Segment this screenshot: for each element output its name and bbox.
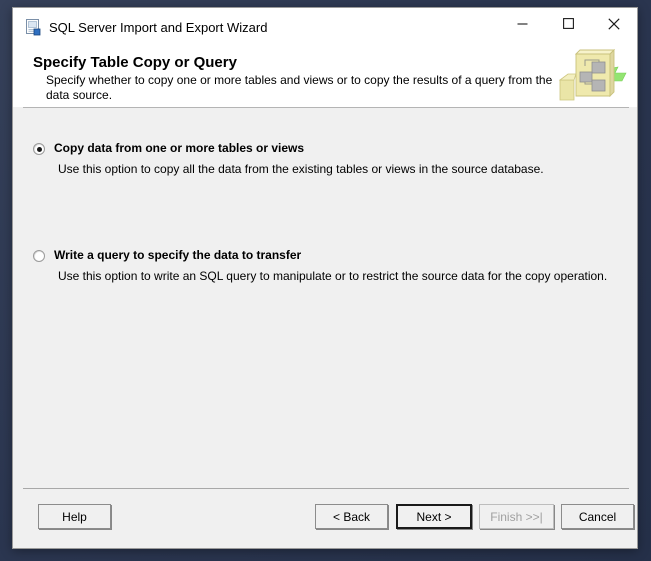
finish-button: Finish >>| (479, 504, 554, 529)
radio-copy-data[interactable] (33, 143, 45, 155)
option-write-query-description: Use this option to write an SQL query to… (58, 269, 608, 283)
page-title: Specify Table Copy or Query (33, 54, 237, 71)
radio-write-query-label: Write a query to specify the data to tra… (54, 248, 302, 262)
help-button[interactable]: Help (38, 504, 111, 529)
radio-copy-data-label: Copy data from one or more tables or vie… (54, 141, 305, 155)
radio-row-write-query[interactable]: Write a query to specify the data to tra… (33, 248, 623, 265)
wizard-header: Specify Table Copy or Query Specify whet… (13, 47, 637, 107)
wizard-body: Copy data from one or more tables or vie… (13, 108, 637, 548)
wizard-window: SQL Server Import and Export Wizard Spec… (12, 7, 638, 549)
option-copy-data[interactable]: Copy data from one or more tables or vie… (33, 141, 623, 176)
radio-write-query[interactable] (33, 250, 45, 262)
wizard-document-icon (25, 19, 42, 36)
radio-row-copy-data[interactable]: Copy data from one or more tables or vie… (33, 141, 623, 158)
cancel-button[interactable]: Cancel (561, 504, 634, 529)
page-description: Specify whether to copy one or more tabl… (46, 73, 553, 102)
minimize-icon[interactable] (499, 8, 545, 39)
option-copy-data-description: Use this option to copy all the data fro… (58, 162, 544, 176)
next-button[interactable]: Next > (396, 504, 472, 529)
option-write-query[interactable]: Write a query to specify the data to tra… (33, 248, 623, 283)
wizard-footer: Help < Back Next > Finish >>| Cancel (13, 489, 637, 548)
close-icon[interactable] (591, 8, 637, 39)
title-bar[interactable]: SQL Server Import and Export Wizard (13, 8, 637, 47)
window-title: SQL Server Import and Export Wizard (49, 20, 268, 35)
maximize-icon[interactable] (545, 8, 591, 39)
tables-and-arrow-banner-icon (554, 48, 632, 106)
back-button[interactable]: < Back (315, 504, 388, 529)
